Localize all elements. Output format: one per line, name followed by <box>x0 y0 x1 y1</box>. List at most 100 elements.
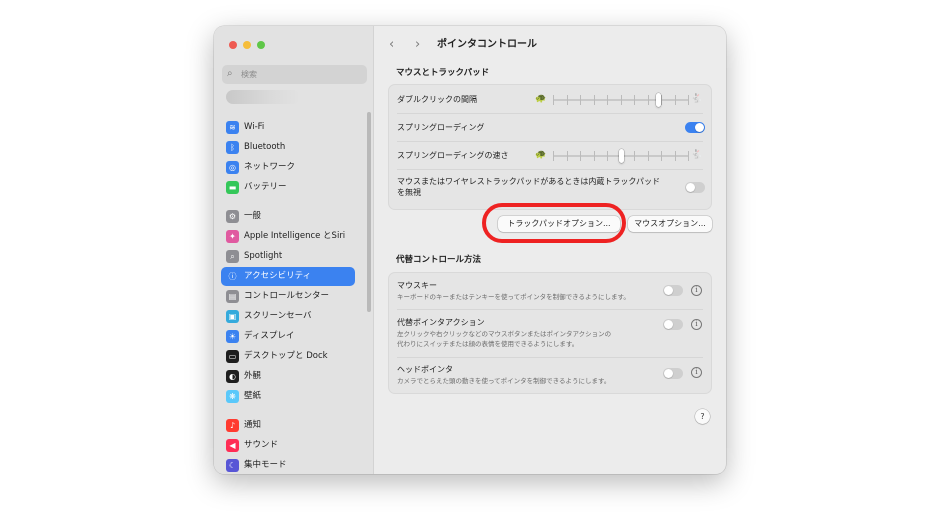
minimize-button[interactable] <box>243 41 251 49</box>
info-icon[interactable]: i <box>691 367 702 378</box>
toggle-knob <box>664 369 673 378</box>
head-pointer-toggle[interactable] <box>663 368 683 379</box>
sidebar-item[interactable]: ≋ Wi-Fi <box>221 118 355 137</box>
sidebar-item-label: Spotlight <box>244 251 283 261</box>
slider-tick <box>688 95 689 105</box>
sidebar-item[interactable]: ☾ 集中モード <box>221 456 355 474</box>
slider-tick <box>553 151 554 161</box>
ignore-trackpad-toggle[interactable] <box>685 182 705 193</box>
head-pointer-title: ヘッドポインタ <box>397 365 453 374</box>
mouse-options-button[interactable]: マウスオプション... <box>628 216 712 232</box>
battery-icon: ▬ <box>226 181 239 194</box>
alt-control-group: マウスキー キーボードのキーまたはテンキーを使ってポインタを制御できるようにしま… <box>388 272 712 394</box>
sidebar-item[interactable]: ◐ 外観 <box>221 367 355 386</box>
account-avatar[interactable] <box>226 90 300 104</box>
spring-speed-slider[interactable] <box>553 148 689 164</box>
sidebar-item-label: バッテリー <box>244 182 287 192</box>
bell-icon: ♪ <box>226 419 239 432</box>
turtle-icon: 🐢 <box>535 94 547 104</box>
mouse-trackpad-group: ダブルクリックの間隔 🐢 🐇 スプリングローディング スプリングローディングの速… <box>388 84 712 210</box>
search-icon: ⌕ <box>227 68 233 79</box>
rabbit-icon: 🐇 <box>691 94 703 104</box>
turtle-icon: 🐢 <box>535 150 547 160</box>
toggle-knob <box>695 123 704 132</box>
sidebar-item-label: 外観 <box>244 371 262 381</box>
double-click-slider[interactable] <box>553 92 689 108</box>
sidebar-item-label: 通知 <box>244 420 262 430</box>
forward-button[interactable]: › <box>415 37 420 52</box>
search-field[interactable]: ⌕ 検索 <box>222 65 367 84</box>
sidebar-item[interactable]: ⓘ アクセシビリティ <box>221 267 355 286</box>
gear-icon: ⚙ <box>226 210 239 223</box>
spring-loading-label: スプリングローディング <box>397 123 485 132</box>
spring-loading-row: スプリングローディング <box>389 113 711 141</box>
mouse-keys-title: マウスキー <box>397 281 437 290</box>
alt-pointer-row: 代替ポインタアクション 左クリックや右クリックなどのマウスボタンまたはポインタア… <box>389 309 711 357</box>
sidebar-item[interactable]: ☀ ディスプレイ <box>221 327 355 346</box>
slider-knob[interactable] <box>618 149 624 163</box>
sidebar-item-label: Apple Intelligence とSiri <box>244 231 346 241</box>
info-icon[interactable]: i <box>691 319 702 330</box>
sidebar-item[interactable]: ▣ スクリーンセーバ <box>221 307 355 326</box>
sidebar-item[interactable]: ▬ バッテリー <box>221 178 355 197</box>
sidebar-item-label: ディスプレイ <box>244 331 295 341</box>
screensaver-icon: ▣ <box>226 310 239 323</box>
settings-window: ⌕ 検索 ≋ Wi-Fi ᛒ Bluetooth ◎ ネットワーク ▬ バッテリー ⚙ 一般 ✦ Ap… <box>214 26 726 474</box>
sidebar-scrollbar[interactable] <box>367 112 371 312</box>
sidebar-item[interactable]: ♪ 通知 <box>221 416 355 435</box>
sidebar-item[interactable]: ⌕ Spotlight <box>221 247 355 266</box>
head-pointer-desc: カメラでとらえた頭の動きを使ってポインタを制御できるようにします。 <box>397 377 611 385</box>
sidebar-item-label: スクリーンセーバ <box>244 311 312 321</box>
sidebar-item[interactable]: ᛒ Bluetooth <box>221 138 355 157</box>
slider-tick <box>674 95 676 105</box>
spring-loading-toggle[interactable] <box>685 122 705 133</box>
slider-knob[interactable] <box>656 93 662 107</box>
sidebar-item-label: Wi-Fi <box>244 122 265 132</box>
rabbit-icon: 🐇 <box>691 150 703 160</box>
sidebar-item[interactable]: ◀ サウンド <box>221 436 355 455</box>
page-title: ポインタコントロール <box>437 39 537 50</box>
slider-tick <box>593 151 595 161</box>
section-title-alt-control: 代替コントロール方法 <box>396 255 482 265</box>
alt-pointer-desc-1: 左クリックや右クリックなどのマウスボタンまたはポインタアクションの <box>397 330 612 338</box>
wifi-icon: ≋ <box>226 121 239 134</box>
sidebar-item[interactable]: ❋ 壁紙 <box>221 387 355 406</box>
bluetooth-icon: ᛒ <box>226 141 239 154</box>
sidebar-item[interactable]: ✦ Apple Intelligence とSiri <box>221 227 355 246</box>
sidebar-item[interactable]: ◎ ネットワーク <box>221 158 355 177</box>
slider-tick <box>580 151 581 161</box>
sidebar-item[interactable]: ⚙ 一般 <box>221 207 355 226</box>
mouse-keys-toggle[interactable] <box>663 285 683 296</box>
sidebar-item[interactable]: ▭ デスクトップと Dock <box>221 347 355 366</box>
moon-icon: ☾ <box>226 459 239 472</box>
mouse-keys-row: マウスキー キーボードのキーまたはテンキーを使ってポインタを制御できるようにしま… <box>389 273 711 309</box>
back-button[interactable]: ‹ <box>389 37 394 52</box>
sidebar-item-label: コントロールセンター <box>244 291 330 301</box>
sidebar: ⌕ 検索 ≋ Wi-Fi ᛒ Bluetooth ◎ ネットワーク ▬ バッテリー ⚙ 一般 ✦ Ap… <box>214 26 374 474</box>
zoom-button[interactable] <box>257 41 265 49</box>
close-button[interactable] <box>229 41 237 49</box>
slider-tick <box>661 151 662 161</box>
info-icon[interactable]: i <box>691 285 702 296</box>
sidebar-item-label: サウンド <box>244 440 279 450</box>
toggle-knob <box>664 286 673 295</box>
display-icon: ☀ <box>226 330 239 343</box>
slider-tick <box>607 151 608 161</box>
slider-tick <box>688 151 689 161</box>
sidebar-item-label: 一般 <box>244 211 262 221</box>
sidebar-item[interactable]: ▤ コントロールセンター <box>221 287 355 306</box>
slider-tick <box>647 151 649 161</box>
alt-pointer-desc-2: 代わりにスイッチまたは顔の表情を使用できるようにします。 <box>397 340 579 348</box>
sidebar-item-label: Bluetooth <box>244 142 286 152</box>
sidebar-item-label: デスクトップと Dock <box>244 351 328 361</box>
toggle-knob <box>664 320 673 329</box>
toggle-knob <box>686 183 695 192</box>
help-button[interactable]: ? <box>695 409 710 424</box>
appearance-icon: ◐ <box>226 370 239 383</box>
highlight-circle <box>482 203 626 243</box>
main-pane: ‹ › ポインタコントロール マウスとトラックパッド ダブルクリックの間隔 🐢 … <box>374 26 726 474</box>
alt-pointer-toggle[interactable] <box>663 319 683 330</box>
ignore-trackpad-label: マウスまたはワイヤレストラックパッドがあるときは内蔵トラックパッドを無視 <box>397 177 660 197</box>
slider-tick <box>661 95 662 105</box>
slider-tick <box>647 95 649 105</box>
